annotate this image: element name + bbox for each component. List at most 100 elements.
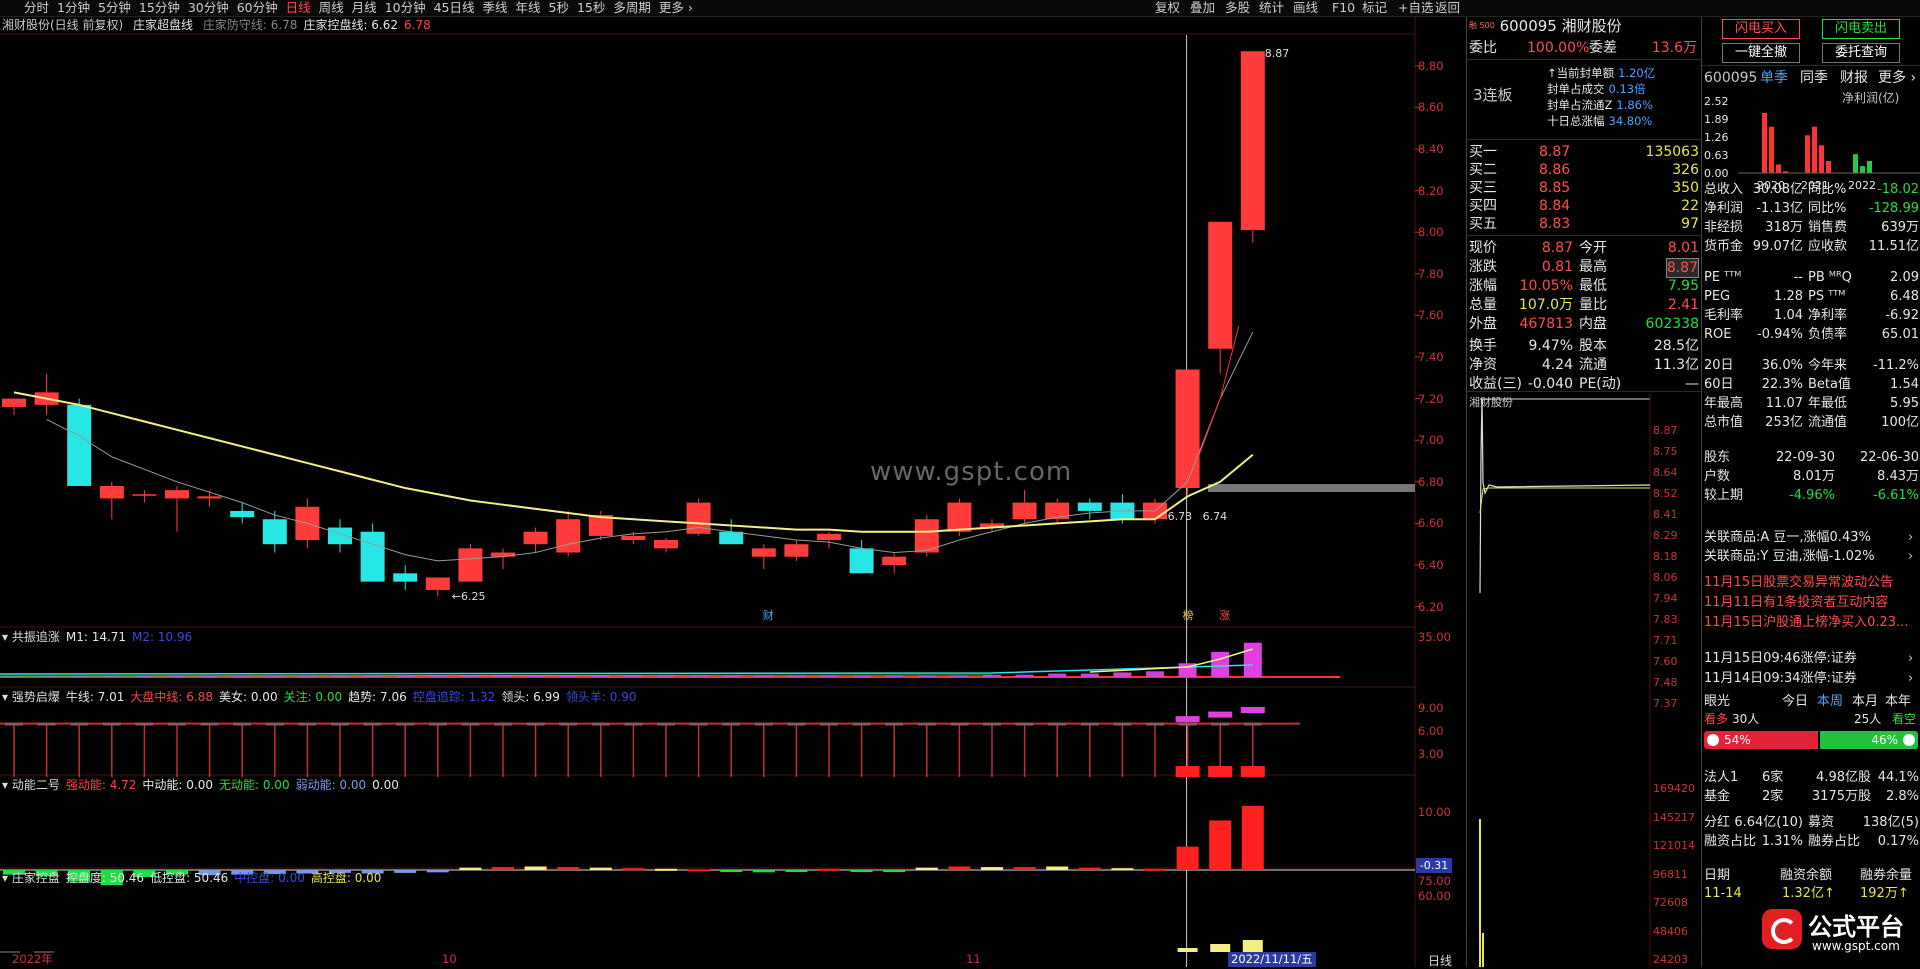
period-tab-3[interactable]: 15分钟 <box>139 0 180 16</box>
p2-magenta-block-0 <box>1175 716 1200 723</box>
p2-cap-2 <box>70 722 89 726</box>
period-tab-9[interactable]: 10分钟 <box>385 0 426 16</box>
period-tab-11[interactable]: 季线 <box>483 0 508 16</box>
period-tab-4[interactable]: 30分钟 <box>188 0 229 16</box>
tool-8[interactable]: 返回 <box>1435 0 1460 16</box>
p3-bar-18 <box>589 867 612 870</box>
alert-item-0[interactable]: 11月15日09:46涨停:证券 <box>1704 650 1857 668</box>
panel-item: 控盘度: 50.46 <box>65 871 145 885</box>
p3-bar-21 <box>687 869 710 872</box>
tool-5[interactable]: F10 <box>1332 0 1355 16</box>
tool-1[interactable]: 叠加 <box>1190 0 1215 16</box>
y-tick-13: 6.20 <box>1418 599 1444 614</box>
mini-tick-11: 7.60 <box>1653 655 1678 668</box>
period-tab-12[interactable]: 年线 <box>516 0 541 16</box>
period-tab-1[interactable]: 1分钟 <box>57 0 90 16</box>
y-tick-1: 8.60 <box>1418 100 1444 115</box>
period-tab-15[interactable]: 多周期 <box>613 0 651 16</box>
period-tab-13[interactable]: 5秒 <box>549 0 569 16</box>
p3-bar-30 <box>981 867 1003 870</box>
net-profit-chart: 2.521.891.260.630.002020 2021 2022 <box>1704 95 1920 192</box>
p2-cap-22 <box>722 722 741 726</box>
annot-high: 8.87 <box>1265 47 1290 60</box>
tool-4[interactable]: 画线 <box>1293 0 1318 16</box>
p3-bar-38 <box>1241 805 1264 870</box>
p2-cap-30 <box>983 722 1001 726</box>
mini-vol-bar <box>1482 933 1484 967</box>
candle-body-23 <box>751 548 776 557</box>
chart-marker-1: 榜 <box>1183 608 1194 622</box>
margin-header-0: 日期 <box>1704 868 1731 883</box>
margin-fin: 1.32亿↑ <box>1782 886 1835 901</box>
period-tab-2[interactable]: 5分钟 <box>98 0 131 16</box>
period-tab-16[interactable]: 更多 › <box>659 0 693 16</box>
period-tab-0[interactable]: 分时 <box>24 0 49 16</box>
period-tab-14[interactable]: 15秒 <box>577 0 605 16</box>
mini-tick-13: 7.37 <box>1653 697 1678 710</box>
panel-title-3: ▾ 庄家控盘 控盘度: 50.46 低控盘: 50.46 中控盘: 0.00 高控盘: … <box>2 870 387 886</box>
related-item-0[interactable]: 关联商品:A 豆一,涨幅0.43% <box>1704 529 1871 547</box>
chart-area[interactable]: 湘财股份(日线 前复权) 庄家超盘线 庄家防守线: 6.78 庄家控盘线: 6.6… <box>0 17 1465 968</box>
p1-bar-23 <box>754 675 773 677</box>
bid-row-4[interactable]: 买五 8.83 97 <box>1469 215 1701 233</box>
tool-3[interactable]: 统计 <box>1259 0 1284 16</box>
x-label-0: 2022年 <box>12 952 53 966</box>
tool-7[interactable]: +自选 <box>1398 0 1433 16</box>
finRows-row-3: 货币金 99.07亿 应收款 11.51亿 <box>1704 239 1919 254</box>
period-tab-6[interactable]: 日线 <box>286 0 311 16</box>
news-item-0[interactable]: 11月15日股票交易异常波动公告 <box>1704 574 1919 592</box>
p1-bar-25 <box>820 675 838 677</box>
news-item-2[interactable]: 11月15日沪股通上榜净买入0.23... <box>1704 614 1919 632</box>
p2-cap-14 <box>461 722 480 726</box>
panel-item: 大盘中线: 6.88 <box>130 690 213 704</box>
eye-tab-3[interactable]: 本年 <box>1885 693 1911 711</box>
p1-bar-33 <box>1080 673 1099 677</box>
logo: 公式平台 www.gspt.com <box>1762 907 1920 963</box>
eye-tab-1[interactable]: 本周 <box>1817 693 1843 711</box>
candlestick-chart[interactable]: 8.87 ←6.25 6.73 6.74 财 榜 涨 <box>0 17 1465 967</box>
cancel-all-button[interactable]: 一键全撤 <box>1722 43 1800 63</box>
mini-tick-6: 8.18 <box>1653 550 1678 563</box>
eye-tab-0[interactable]: 今日 <box>1782 693 1808 711</box>
fin-bar-0 <box>1762 113 1767 173</box>
news-item-1[interactable]: 11月11日有1条投资者互动内容 <box>1704 594 1919 612</box>
panel-item: 关注: 0.00 <box>283 690 343 704</box>
p2-red-block-2 <box>1240 766 1265 777</box>
p2-cap-27 <box>885 722 904 726</box>
p2-cap-18 <box>591 722 610 726</box>
fundRows-row-0: 分红 6.64亿(10) 募资 138亿(5) <box>1704 815 1919 830</box>
p3-bar-12 <box>394 870 417 873</box>
p1-bar-22 <box>722 675 741 677</box>
price-level-band <box>1208 484 1415 493</box>
tool-0[interactable]: 复权 <box>1155 0 1180 16</box>
period-tab-10[interactable]: 45日线 <box>434 0 475 16</box>
p4-bar-0 <box>1177 948 1198 952</box>
mini-vol-tick-0: 169420 <box>1653 782 1695 795</box>
panel-title-0: ▾ 共振追涨 M1: 14.71 M2: 10.96 <box>2 629 198 645</box>
alert-item-1[interactable]: 11月14日09:34涨停:证券 <box>1704 670 1857 688</box>
fin-tick-0: 2.52 <box>1704 95 1729 108</box>
flash-buy-button[interactable]: 闪电买入 <box>1722 19 1800 39</box>
bid-row-2[interactable]: 买三 8.85 350 <box>1469 179 1701 197</box>
tool-2[interactable]: 多股 <box>1225 0 1250 16</box>
bid-row-3[interactable]: 买四 8.84 22 <box>1469 197 1701 215</box>
flash-sell-button[interactable]: 闪电卖出 <box>1822 19 1900 39</box>
p1-bar-17 <box>559 675 578 677</box>
period-tab-5[interactable]: 60分钟 <box>237 0 278 16</box>
period-tab-8[interactable]: 月线 <box>352 0 377 16</box>
stat-row-1: 涨跌 0.81 最高 8.87 <box>1469 258 1699 278</box>
period-toolbar: 分时 1分钟 5分钟 15分钟 30分钟 60分钟 日线 周线 月线 10分钟 45日线 季线 年线 5秒… <box>0 0 1920 17</box>
candle-body-4 <box>132 494 157 496</box>
p3-bar-26 <box>850 870 873 872</box>
candle-body-17 <box>556 519 581 553</box>
related-item-1[interactable]: 关联商品:Y 豆油,涨幅-1.02% <box>1704 548 1875 566</box>
p2-cap-9 <box>298 722 317 726</box>
seal-info-row: 封单占流通Z 1.86% <box>1547 98 1653 112</box>
bid-row-0[interactable]: 买一 8.87 135063 <box>1469 143 1701 161</box>
tool-6[interactable]: 标记 <box>1362 0 1387 16</box>
order-query-button[interactable]: 委托查询 <box>1822 43 1900 63</box>
period-tab-7[interactable]: 周线 <box>319 0 344 16</box>
eye-tab-2[interactable]: 本月 <box>1852 693 1878 711</box>
fin-bar-10 <box>1867 161 1872 173</box>
bid-row-1[interactable]: 买二 8.86 326 <box>1469 161 1701 179</box>
